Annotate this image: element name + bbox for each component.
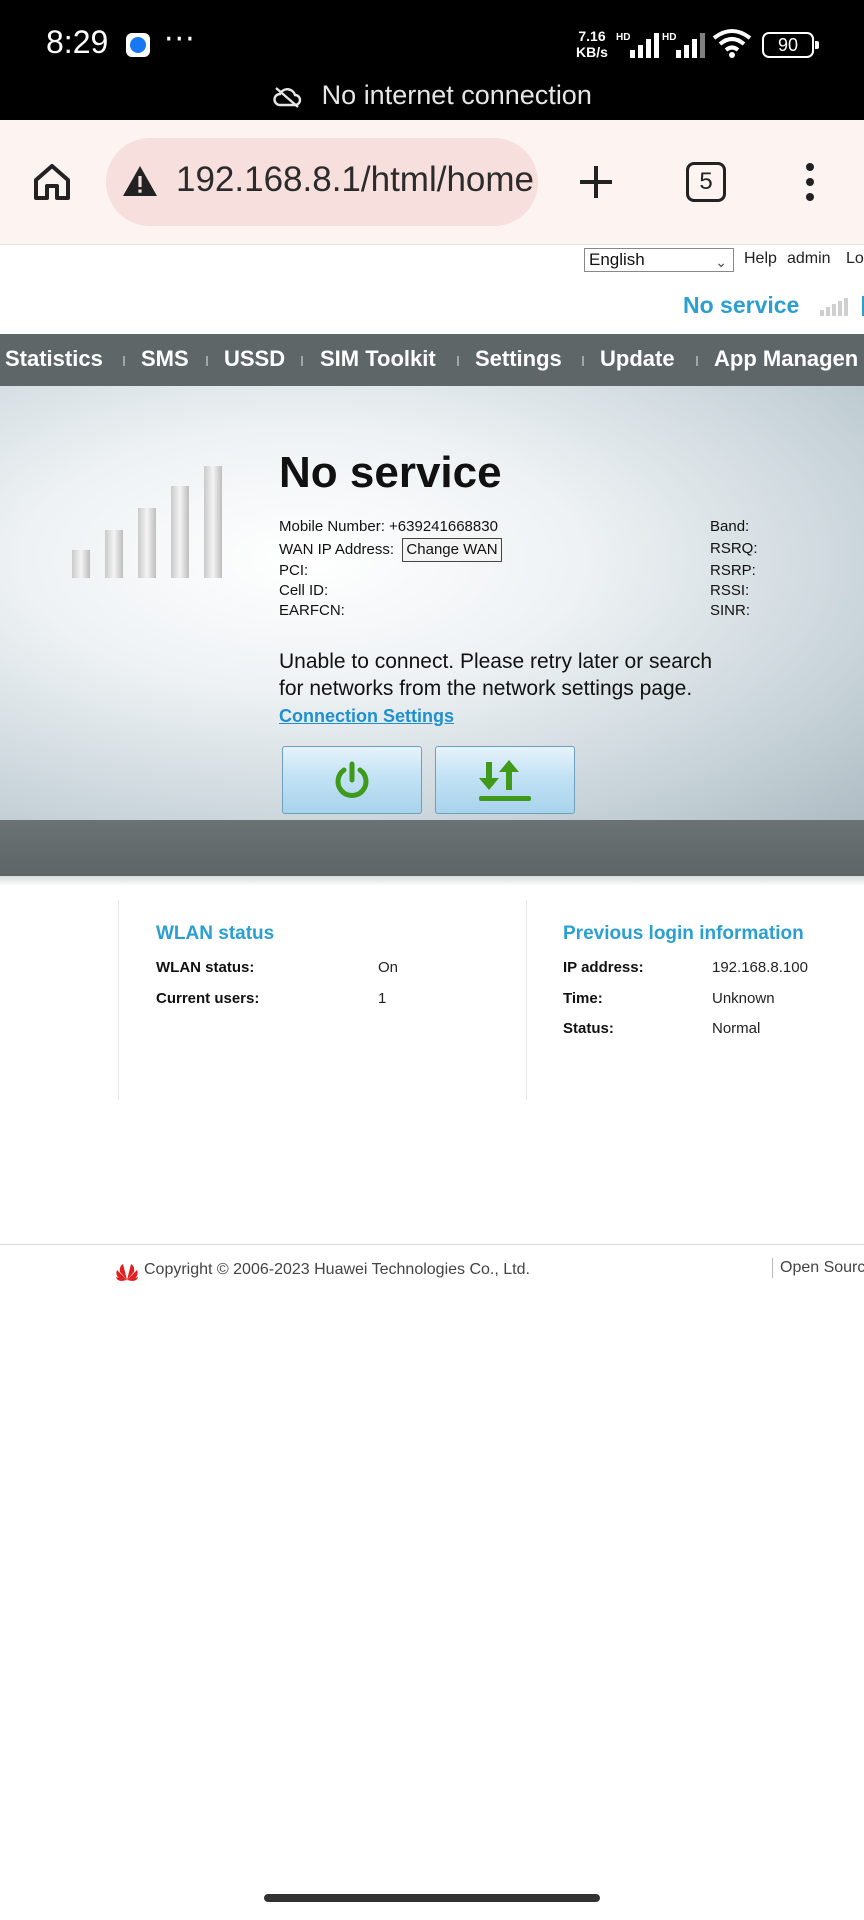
login-ip-value: 192.168.8.100 — [712, 959, 808, 976]
data-transfer-button[interactable] — [435, 746, 575, 814]
open-source-link[interactable]: Open Sourc — [780, 1259, 864, 1277]
login-status-value: Normal — [712, 1020, 761, 1037]
more-menu-icon[interactable] — [800, 160, 820, 204]
current-users-value: 1 — [378, 990, 387, 1007]
url-text[interactable]: 192.168.8.1/html/home — [176, 160, 534, 200]
new-tab-icon[interactable] — [574, 160, 618, 204]
svg-text:HD: HD — [616, 32, 630, 43]
rsrp-label: RSRP: — [710, 562, 756, 579]
username: admin — [787, 250, 831, 267]
connectivity-notice: No internet connection — [0, 80, 864, 111]
chevron-down-icon: ⌄ — [715, 254, 727, 270]
nav-ussd[interactable]: USSD — [224, 346, 285, 372]
main-nav: Statistics SMS USSD SIM Toolkit Settings… — [0, 334, 864, 386]
connection-message: Unable to connect. Please retry later or… — [279, 650, 713, 700]
rssi-label: RSSI: — [710, 582, 750, 599]
tab-switcher-button[interactable]: 5 — [686, 162, 726, 202]
language-select[interactable]: English ⌄ — [584, 248, 734, 272]
gesture-home-bar[interactable] — [264, 1894, 600, 1902]
hero-title: No service — [279, 448, 502, 497]
help-link[interactable]: Help — [744, 250, 777, 268]
home-icon[interactable] — [30, 160, 74, 204]
connection-settings-link[interactable]: Connection Settings — [279, 706, 454, 727]
pci-label: PCI: — [279, 562, 309, 579]
logout-link[interactable]: Lo — [846, 250, 864, 268]
wlan-status-label: WLAN status: — [156, 959, 255, 976]
cell-id-label: Cell ID: — [279, 582, 329, 599]
clock: 8:29 — [46, 24, 109, 60]
nav-settings[interactable]: Settings — [475, 346, 562, 372]
power-icon — [335, 761, 369, 798]
status-bar: 8:29 ··· 7.16 KB/s HD HD 90 No internet … — [0, 0, 864, 120]
copyright-text: Copyright © 2006-2023 Huawei Technologie… — [144, 1261, 530, 1278]
service-status: No service — [683, 292, 800, 318]
wan-ip-label: WAN IP Address: — [279, 541, 395, 558]
network-speed: 7.16 KB/s — [576, 28, 608, 60]
signal-strength-icon — [820, 296, 864, 316]
huawei-logo-icon — [116, 1264, 138, 1281]
wlan-status-title: WLAN status — [156, 923, 275, 944]
mobile-number: Mobile Number: +639241668830 — [279, 518, 498, 535]
earfcn-label: EARFCN: — [279, 602, 345, 619]
sinr-label: SINR: — [710, 602, 751, 619]
wlan-status-value: On — [378, 959, 399, 976]
messenger-icon — [126, 33, 150, 57]
sim1-signal-icon: HD — [616, 32, 659, 58]
battery-icon: 90 — [762, 32, 819, 58]
nav-statistics[interactable]: Statistics — [5, 346, 103, 372]
login-info-title: Previous login information — [563, 923, 804, 944]
svg-text:HD: HD — [662, 32, 676, 43]
panel-footer-band — [0, 820, 864, 876]
current-users-label: Current users: — [156, 990, 260, 1007]
nav-update[interactable]: Update — [600, 346, 675, 372]
cloud-off-icon — [273, 86, 302, 108]
login-time-label: Time: — [563, 990, 603, 1007]
login-ip-label: IP address: — [563, 959, 644, 976]
router-page: English ⌄ Help admin Lo No service Stati… — [0, 244, 864, 1920]
large-signal-bars-icon — [72, 466, 222, 578]
nav-app-management[interactable]: App Managen — [714, 346, 858, 372]
connection-panel: No service Mobile Number: +639241668830 … — [0, 386, 864, 820]
band-label: Band: — [710, 518, 750, 535]
nav-sms[interactable]: SMS — [141, 346, 189, 372]
wifi-icon — [712, 29, 752, 58]
power-connect-button[interactable] — [282, 746, 422, 814]
sim2-signal-icon: HD — [662, 32, 705, 58]
change-wan-button[interactable]: Change WAN — [402, 538, 502, 562]
nav-sim-toolkit[interactable]: SIM Toolkit — [320, 346, 436, 372]
login-time-value: Unknown — [712, 990, 775, 1007]
rsrq-label: RSRQ: — [710, 540, 758, 557]
more-notifications-icon: ··· — [164, 22, 196, 57]
upload-download-icon — [479, 760, 531, 801]
login-status-label: Status: — [563, 1020, 614, 1037]
browser-toolbar: 192.168.8.1/html/home 5 — [0, 120, 864, 244]
warning-icon[interactable] — [122, 164, 158, 198]
